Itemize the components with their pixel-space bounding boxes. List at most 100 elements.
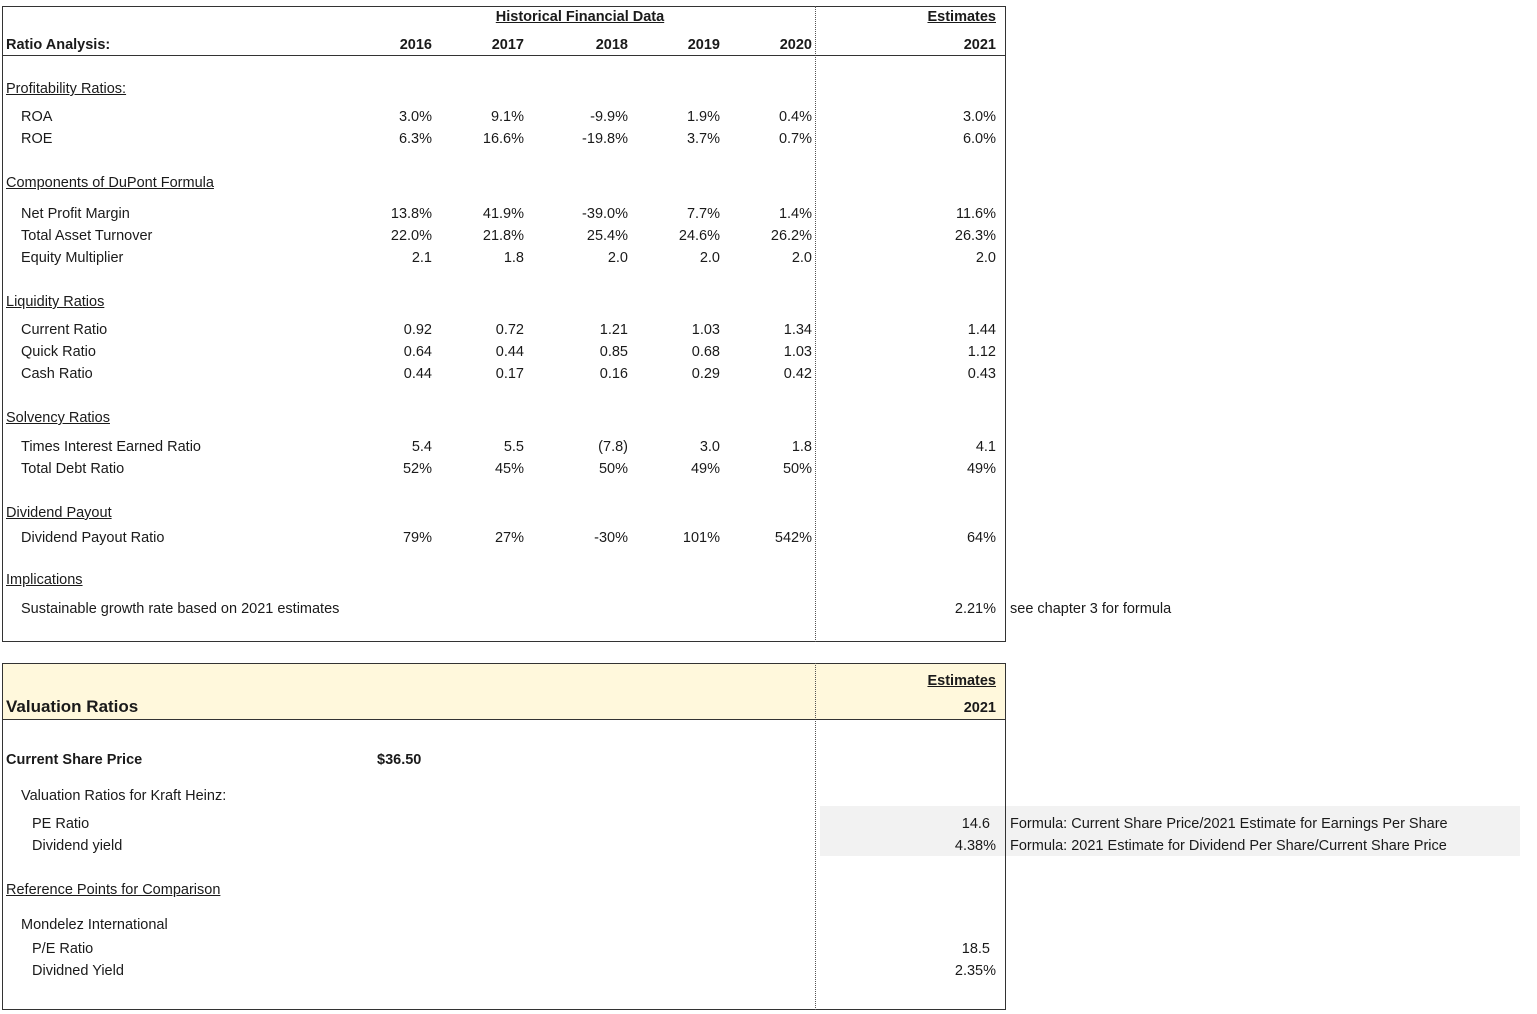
comparison-dy-value: 2.35%: [954, 963, 996, 979]
year-header: 2020: [779, 37, 812, 53]
value-cell: 3.7%: [686, 131, 720, 147]
value-cell: 5.5: [503, 439, 524, 455]
sgr-note: see chapter 3 for formula: [1010, 601, 1172, 617]
value-cell: 5.4: [411, 439, 432, 455]
value-cell: 0.16: [599, 366, 628, 382]
value-cell: 13.8%: [390, 206, 432, 222]
value-cell: 1.03: [783, 344, 812, 360]
estimate-cell: 11.6%: [955, 206, 996, 222]
pe-ratio-value: 14.6: [961, 816, 990, 832]
valuation-title: Valuation Ratios: [6, 697, 139, 716]
year-header: 2016: [399, 37, 432, 53]
valuation-estimates-divider: [815, 663, 816, 1010]
value-cell: -9.9%: [590, 109, 628, 125]
value-cell: 3.0: [699, 439, 720, 455]
value-cell: -30%: [594, 530, 628, 546]
row-label: ROA: [21, 109, 53, 125]
header-rule: [2, 55, 1006, 56]
value-cell: 0.42: [783, 366, 812, 382]
dividend-yield-formula-note: Formula: 2021 Estimate for Dividend Per …: [1010, 838, 1447, 854]
value-cell: 0.85: [599, 344, 628, 360]
value-cell: 0.64: [403, 344, 432, 360]
value-cell: 25.4%: [586, 228, 628, 244]
year-header: 2017: [491, 37, 524, 53]
comparison-pe-label: P/E Ratio: [32, 941, 94, 957]
value-cell: 2.0: [791, 250, 812, 266]
reference-points-title: Reference Points for Comparison: [6, 882, 221, 898]
valuation-estimates-header: Estimates: [927, 673, 996, 689]
estimate-cell: 4.1: [975, 439, 996, 455]
ratio-analysis-title: Ratio Analysis:: [6, 37, 111, 53]
section-title: Liquidity Ratios: [6, 294, 105, 310]
comparison-dy-label: Dividned Yield: [32, 963, 124, 979]
value-cell: 101%: [682, 530, 720, 546]
value-cell: 2.0: [699, 250, 720, 266]
value-cell: 2.0: [607, 250, 628, 266]
value-cell: 1.34: [783, 322, 812, 338]
value-cell: 45%: [494, 461, 524, 477]
value-cell: 1.8: [791, 439, 812, 455]
share-price-value: $36.50: [377, 752, 422, 768]
implications-title: Implications: [6, 572, 83, 588]
dividend-yield-value: 4.38%: [954, 838, 996, 854]
comparison-pe-value: 18.5: [961, 941, 990, 957]
value-cell: 1.21: [599, 322, 628, 338]
row-label: Total Debt Ratio: [21, 461, 125, 477]
value-cell: 7.7%: [686, 206, 720, 222]
row-label: Equity Multiplier: [21, 250, 124, 266]
value-cell: 1.8: [503, 250, 524, 266]
value-cell: -39.0%: [582, 206, 628, 222]
value-cell: 0.29: [691, 366, 720, 382]
section-title: Components of DuPont Formula: [6, 175, 214, 191]
sgr-value: 2.21%: [954, 601, 996, 617]
estimate-cell: 0.43: [967, 366, 996, 382]
value-cell: 3.0%: [398, 109, 432, 125]
value-cell: 26.2%: [770, 228, 812, 244]
value-cell: 49%: [690, 461, 720, 477]
valuation-year-header: 2021: [963, 700, 996, 716]
row-label: Net Profit Margin: [21, 206, 130, 222]
value-cell: (7.8): [598, 439, 628, 455]
value-cell: 52%: [402, 461, 432, 477]
estimate-year-header: 2021: [963, 37, 996, 53]
estimate-cell: 64%: [966, 530, 996, 546]
value-cell: 0.44: [495, 344, 524, 360]
estimates-header: Estimates: [927, 9, 996, 25]
dividend-yield-label: Dividend yield: [32, 838, 123, 854]
section-title: Profitability Ratios:: [6, 81, 127, 97]
value-cell: 0.44: [403, 366, 432, 382]
sgr-label: Sustainable growth rate based on 2021 es…: [21, 601, 340, 617]
estimate-cell: 26.3%: [954, 228, 996, 244]
estimates-divider: [815, 6, 816, 642]
row-label: Current Ratio: [21, 322, 108, 338]
value-cell: -19.8%: [582, 131, 628, 147]
share-price-label: Current Share Price: [6, 752, 143, 768]
section-title: Dividend Payout: [6, 505, 112, 521]
value-cell: 41.9%: [482, 206, 524, 222]
estimate-cell: 1.12: [967, 344, 996, 360]
row-label: Total Asset Turnover: [21, 228, 153, 244]
value-cell: 0.7%: [778, 131, 812, 147]
value-cell: 50%: [782, 461, 812, 477]
value-cell: 6.3%: [398, 131, 432, 147]
value-cell: 9.1%: [490, 109, 524, 125]
estimate-cell: 1.44: [967, 322, 996, 338]
year-header: 2019: [687, 37, 720, 53]
comparison-company-name: Mondelez International: [21, 917, 168, 933]
row-label: Cash Ratio: [21, 366, 93, 382]
estimate-cell: 6.0%: [962, 131, 996, 147]
row-label: Quick Ratio: [21, 344, 96, 360]
kraft-heinz-subheading: Valuation Ratios for Kraft Heinz:: [21, 788, 227, 804]
value-cell: 16.6%: [482, 131, 524, 147]
value-cell: 1.03: [691, 322, 720, 338]
value-cell: 50%: [598, 461, 628, 477]
value-cell: 27%: [494, 530, 524, 546]
year-header: 2018: [595, 37, 628, 53]
value-cell: 0.17: [495, 366, 524, 382]
row-label: Dividend Payout Ratio: [21, 530, 165, 546]
estimate-cell: 3.0%: [962, 109, 996, 125]
value-cell: 22.0%: [390, 228, 432, 244]
value-cell: 0.72: [495, 322, 524, 338]
value-cell: 21.8%: [482, 228, 524, 244]
value-cell: 1.4%: [778, 206, 812, 222]
